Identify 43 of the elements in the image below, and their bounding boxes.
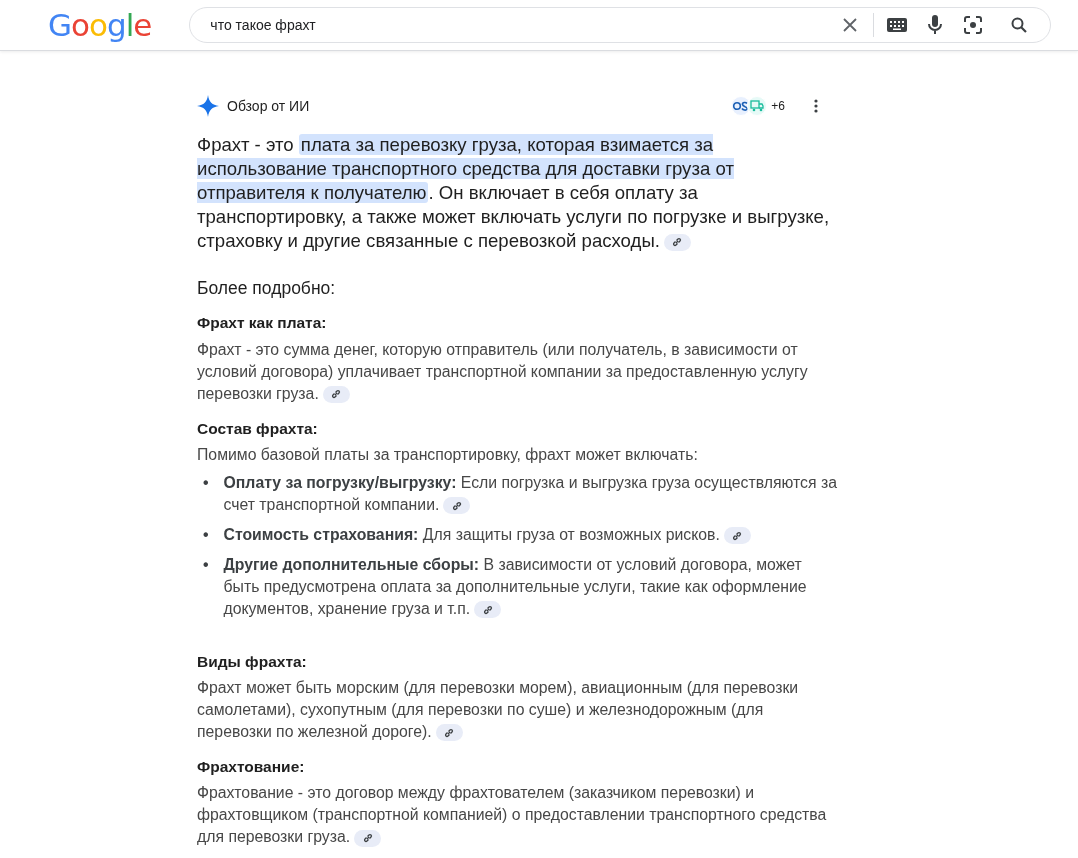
search-input[interactable]: что такое фрахт bbox=[208, 13, 836, 37]
overview-title: Обзор от ИИ bbox=[227, 96, 310, 116]
link-icon bbox=[331, 389, 342, 400]
bullet-marker: • bbox=[203, 524, 209, 545]
source-link-button[interactable] bbox=[663, 233, 691, 251]
source-link-button[interactable] bbox=[435, 724, 463, 742]
link-icon bbox=[732, 530, 743, 541]
source-link-button[interactable] bbox=[474, 601, 502, 619]
section-title: Состав фрахта: bbox=[197, 418, 319, 439]
bullet-marker: • bbox=[203, 472, 209, 493]
keyboard-icon bbox=[887, 18, 908, 32]
sparkle-icon bbox=[197, 95, 219, 117]
truck-icon bbox=[750, 100, 765, 112]
section-text: Фрахтование - это договор между фрахтователем (заказчиком перевозки) и фрахтовщиком (транспортной компанией) о предоставлении транспортного средства для перевозки груза. bbox=[197, 783, 828, 849]
section-title: Фрахтование: bbox=[197, 757, 306, 777]
source-link-button[interactable] bbox=[723, 527, 751, 545]
more-icon bbox=[814, 99, 818, 113]
summary-paragraph: Фрахт - это плата за перевозку груза, которая взимается за использование транспортного средства для доставки груза от отправителя к получателю. Он включает в себя оплату за транспортировку, а также может включать услуги по погрузке и выгрузке, страховку и другие связанные с перевозкой расходы. bbox=[197, 133, 831, 253]
search-icon bbox=[1011, 17, 1028, 33]
link-icon bbox=[482, 604, 493, 615]
camera-icon bbox=[964, 16, 983, 34]
link-icon bbox=[672, 237, 683, 248]
microphone-icon bbox=[928, 15, 943, 35]
close-icon bbox=[843, 18, 858, 32]
section-text: Помимо базовой платы за транспортировку, фрахт может включать: bbox=[197, 444, 699, 465]
bullet-text: Стоимость страхования: Для защиты груза от возможных рисков. bbox=[223, 523, 751, 546]
section-title: Фрахт как плата: bbox=[197, 313, 328, 334]
section-heading: Более подробно: bbox=[197, 277, 337, 300]
link-icon bbox=[444, 727, 455, 738]
bullet-marker: • bbox=[203, 554, 209, 575]
google-logo[interactable]: Google bbox=[48, 9, 152, 41]
source-link-button[interactable] bbox=[354, 829, 382, 847]
source-count[interactable]: +6 bbox=[771, 97, 785, 115]
bullet-text: Оплату за погрузку/выгрузку: Если погрузка и выгрузка груза осуществляются за счет транспортной компании. bbox=[223, 472, 837, 516]
os-logo-icon bbox=[733, 101, 750, 111]
link-icon bbox=[362, 833, 373, 844]
source-link-button[interactable] bbox=[322, 385, 350, 403]
source-link-button[interactable] bbox=[443, 497, 471, 515]
bullet-text: Другие дополнительные сборы: В зависимости от условий договора, может быть предусмотрена оплата за дополнительные услуги, такие как оформление документов, хранение груза и т.п. bbox=[223, 554, 808, 620]
section-text: Фрахт может быть морским (для перевозки морем), авиационным (для перевозки самолетами), сухопутным (для перевозки по суше) и железнодорожным (для перевозки по железной дороге). bbox=[197, 678, 800, 743]
section-title: Виды фрахта: bbox=[197, 651, 308, 672]
link-icon bbox=[451, 500, 462, 511]
section-text: Фрахт - это сумма денег, которую отправитель (или получатель, в зависимости от условий договора) уплачивает транспортной компании за предоставленную услугу перевозки груза. bbox=[197, 339, 809, 405]
